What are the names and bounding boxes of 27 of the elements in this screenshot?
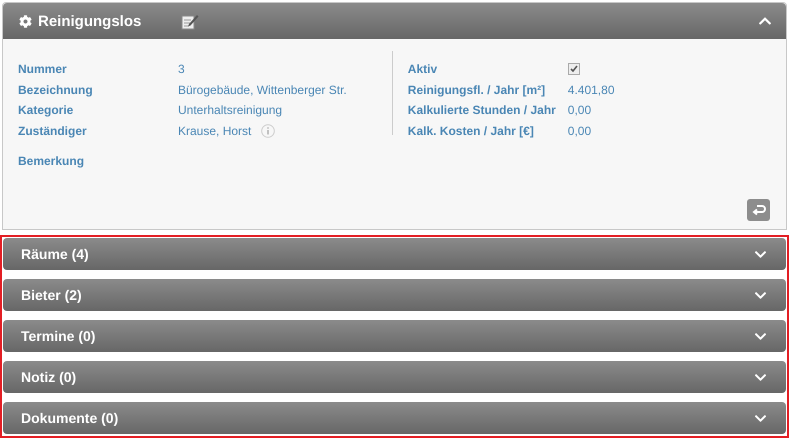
field-value: Krause, Horst xyxy=(178,122,252,139)
undo-icon xyxy=(752,204,766,216)
section-header[interactable]: Räume (4) xyxy=(3,238,786,270)
field-value: 0,00 xyxy=(568,102,592,118)
section-header[interactable]: Termine (0) xyxy=(3,320,786,352)
field-label: Nummer xyxy=(18,61,68,78)
field-label: Kalkulierte Stunden / Jahr xyxy=(408,102,557,118)
undo-button[interactable] xyxy=(747,199,770,221)
section-header[interactable]: Notiz (0) xyxy=(3,361,786,393)
field-label: Kategorie xyxy=(18,102,74,118)
field-value: 3 xyxy=(178,61,185,78)
field-label: Bezeichnung xyxy=(18,82,94,98)
field-value: 0,00 xyxy=(568,122,592,139)
remark-label: Bemerkung xyxy=(18,153,86,170)
field-label: Reinigungsfl. / Jahr [m²] xyxy=(408,82,546,98)
field-value: Bürogebäude, Wittenberger Str. xyxy=(178,82,347,98)
active-checkbox[interactable] xyxy=(568,63,580,76)
field-value: 4.401,80 xyxy=(568,82,614,98)
edit-icon[interactable] xyxy=(181,12,200,30)
field-value: Unterhaltsreinigung xyxy=(178,102,282,118)
section-header[interactable]: Bieter (2) xyxy=(3,279,786,311)
field-label: Aktiv xyxy=(408,61,438,78)
field-label: Kalk. Kosten / Jahr [€] xyxy=(408,122,535,139)
section-header[interactable]: Dokumente (0) xyxy=(3,402,786,434)
field-label: Zuständiger xyxy=(18,122,88,139)
gear-icon xyxy=(19,14,32,28)
panel-title: Reinigungslos xyxy=(38,12,142,30)
